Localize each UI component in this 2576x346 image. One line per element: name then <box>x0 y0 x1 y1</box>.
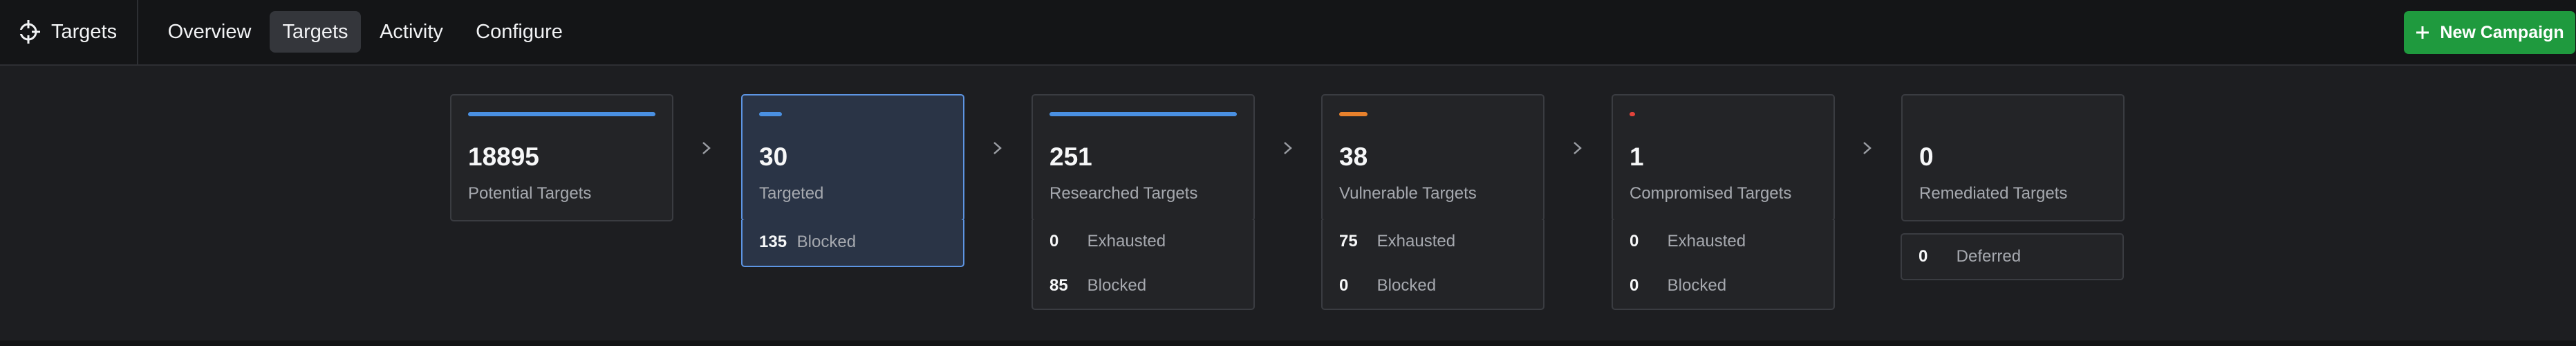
stage-count: 0 <box>1919 143 1934 171</box>
stage-sub-panel-remediated[interactable]: 0 Deferred <box>1901 233 2124 280</box>
stage-label: Targeted <box>759 184 824 203</box>
stage-sub-panel-researched: 0 Exhausted 85 Blocked <box>1032 220 1255 310</box>
stage-progress-bar <box>1630 112 1635 116</box>
sub-row-blocked[interactable]: 0 Blocked <box>1339 276 1436 295</box>
stage-count: 251 <box>1049 143 1092 171</box>
app-title: Targets <box>51 21 118 43</box>
chevron-right-icon <box>993 142 1002 154</box>
stage-count: 1 <box>1630 143 1644 171</box>
sub-count: 0 <box>1049 232 1059 251</box>
stage-label: Researched Targets <box>1049 184 1198 203</box>
plus-icon <box>2416 26 2429 39</box>
chevron-right-icon <box>702 142 711 154</box>
sub-row-blocked[interactable]: 85 Blocked <box>1049 276 1146 295</box>
stage-progress-bar <box>1339 112 1368 116</box>
stage-label: Compromised Targets <box>1630 184 1792 203</box>
sub-row-exhausted[interactable]: 0 Exhausted <box>1630 232 1746 251</box>
stage-card-compromised[interactable]: 1 Compromised Targets <box>1612 94 1835 221</box>
sub-label: Exhausted <box>1376 232 1456 251</box>
stage-progress-bar <box>1049 112 1237 116</box>
app-brand[interactable]: Targets <box>0 0 138 64</box>
bottom-divider <box>0 340 2576 346</box>
sub-label: Exhausted <box>1667 232 1746 251</box>
sub-count: 135 <box>759 233 787 251</box>
stage-card-potential[interactable]: 18895 Potential Targets <box>450 94 673 221</box>
sub-count: 0 <box>1630 276 1639 295</box>
sub-label: Deferred <box>1956 247 2022 266</box>
stage-card-vulnerable[interactable]: 38 Vulnerable Targets <box>1321 94 1544 221</box>
stage-progress-bar <box>468 112 655 116</box>
sub-row-blocked[interactable]: 0 Blocked <box>1630 276 1726 295</box>
sub-count: 75 <box>1339 232 1358 251</box>
stage-count: 30 <box>759 143 788 171</box>
new-campaign-label: New Campaign <box>2440 22 2564 42</box>
chevron-right-icon <box>1574 142 1582 154</box>
sub-label: Blocked <box>796 233 857 251</box>
top-bar: Targets Overview Targets Activity Config… <box>0 0 2576 66</box>
stage-card-remediated[interactable]: 0 Remediated Targets <box>1901 94 2125 221</box>
chevron-right-icon <box>1284 142 1292 154</box>
new-campaign-button[interactable]: New Campaign <box>2404 11 2575 54</box>
stage-sub-panel-compromised: 0 Exhausted 0 Blocked <box>1612 220 1835 310</box>
sub-label: Blocked <box>1667 276 1727 295</box>
sub-count: 0 <box>1630 232 1639 251</box>
sub-count: 0 <box>1339 276 1349 295</box>
tab-activity[interactable]: Activity <box>371 11 452 53</box>
sub-count: 85 <box>1049 276 1068 295</box>
sub-row-exhausted[interactable]: 0 Exhausted <box>1049 232 1166 251</box>
stage-card-researched[interactable]: 251 Researched Targets <box>1032 94 1255 221</box>
tab-targets[interactable]: Targets <box>270 11 361 53</box>
sub-row-blocked[interactable]: 135 Blocked <box>759 233 856 252</box>
stage-progress-bar <box>759 112 782 116</box>
tab-configure[interactable]: Configure <box>465 11 574 53</box>
stage-sub-panel-targeted: 135 Blocked <box>741 220 964 267</box>
stage-count: 38 <box>1339 143 1368 171</box>
sub-label: Blocked <box>1376 276 1437 295</box>
sub-label: Blocked <box>1087 276 1147 295</box>
stage-sub-panel-vulnerable: 75 Exhausted 0 Blocked <box>1321 220 1544 310</box>
stage-label: Potential Targets <box>468 184 592 203</box>
stage-card-targeted[interactable]: 30 Targeted <box>741 94 964 221</box>
sub-label: Exhausted <box>1087 232 1166 251</box>
target-crosshair-icon <box>17 20 40 44</box>
stage-count: 18895 <box>468 143 539 171</box>
sub-count: 0 <box>1919 247 1928 266</box>
sub-row-deferred: 0 Deferred <box>1919 247 2021 266</box>
stage-label: Remediated Targets <box>1919 184 2068 203</box>
chevron-right-icon <box>1863 142 1872 154</box>
stage-label: Vulnerable Targets <box>1339 184 1477 203</box>
tab-overview[interactable]: Overview <box>156 11 263 53</box>
sub-row-exhausted[interactable]: 75 Exhausted <box>1339 232 1455 251</box>
